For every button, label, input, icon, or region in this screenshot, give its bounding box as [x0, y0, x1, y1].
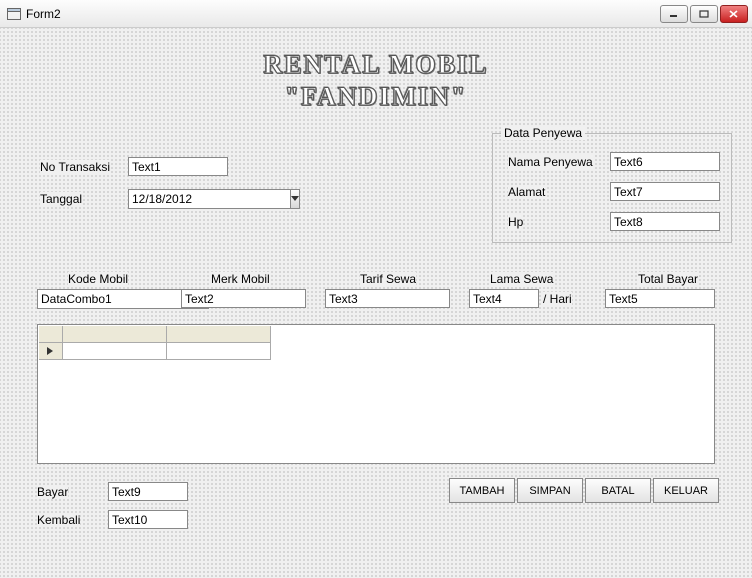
- kode-mobil-input[interactable]: [37, 289, 199, 309]
- label-tarif-sewa: Tarif Sewa: [360, 272, 416, 286]
- merk-mobil-field[interactable]: [181, 289, 306, 308]
- window-maximize-button[interactable]: [690, 5, 718, 23]
- nama-penyewa-field[interactable]: [610, 152, 720, 171]
- label-lama-sewa: Lama Sewa: [490, 272, 553, 286]
- grid-corner: [39, 326, 63, 343]
- no-transaksi-field[interactable]: [128, 157, 228, 176]
- label-per-hari: / Hari: [543, 292, 572, 306]
- alamat-field[interactable]: [610, 182, 720, 201]
- window-title: Form2: [26, 7, 660, 21]
- label-bayar: Bayar: [37, 485, 68, 499]
- kode-mobil-combo[interactable]: [37, 289, 162, 309]
- window-minimize-button[interactable]: [660, 5, 688, 23]
- label-alamat: Alamat: [508, 185, 545, 199]
- hp-field[interactable]: [610, 212, 720, 231]
- label-hp: Hp: [508, 215, 523, 229]
- grid-cell[interactable]: [167, 343, 271, 360]
- tarif-sewa-field[interactable]: [325, 289, 450, 308]
- grid-header-1[interactable]: [63, 326, 167, 343]
- grid-header-2[interactable]: [167, 326, 271, 343]
- lama-sewa-field[interactable]: [469, 289, 539, 308]
- tanggal-input[interactable]: [128, 189, 290, 209]
- label-total-bayar: Total Bayar: [638, 272, 698, 286]
- grid-cell[interactable]: [63, 343, 167, 360]
- bayar-field[interactable]: [108, 482, 188, 501]
- label-tanggal: Tanggal: [40, 192, 82, 206]
- window-titlebar: Form2: [0, 0, 752, 28]
- tanggal-dropdown-button[interactable]: [290, 189, 300, 209]
- window-close-button[interactable]: [720, 5, 748, 23]
- heading-line2: "FANDIMIN": [0, 82, 752, 112]
- heading-line1: RENTAL MOBIL: [0, 50, 752, 80]
- group-title-data-penyewa: Data Penyewa: [501, 126, 585, 140]
- simpan-button[interactable]: SIMPAN: [517, 478, 583, 503]
- kembali-field[interactable]: [108, 510, 188, 529]
- form-body: RENTAL MOBIL "FANDIMIN" No Transaksi Tan…: [0, 28, 752, 578]
- label-kembali: Kembali: [37, 513, 80, 527]
- tanggal-datepicker[interactable]: [128, 189, 228, 209]
- label-no-transaksi: No Transaksi: [40, 160, 110, 174]
- keluar-button[interactable]: KELUAR: [653, 478, 719, 503]
- label-nama-penyewa: Nama Penyewa: [508, 155, 593, 169]
- data-grid[interactable]: [37, 324, 715, 464]
- label-kode-mobil: Kode Mobil: [68, 272, 128, 286]
- batal-button[interactable]: BATAL: [585, 478, 651, 503]
- total-bayar-field[interactable]: [605, 289, 715, 308]
- grid-row-indicator: [39, 343, 63, 360]
- form-icon: [6, 6, 22, 22]
- label-merk-mobil: Merk Mobil: [211, 272, 270, 286]
- tambah-button[interactable]: TAMBAH: [449, 478, 515, 503]
